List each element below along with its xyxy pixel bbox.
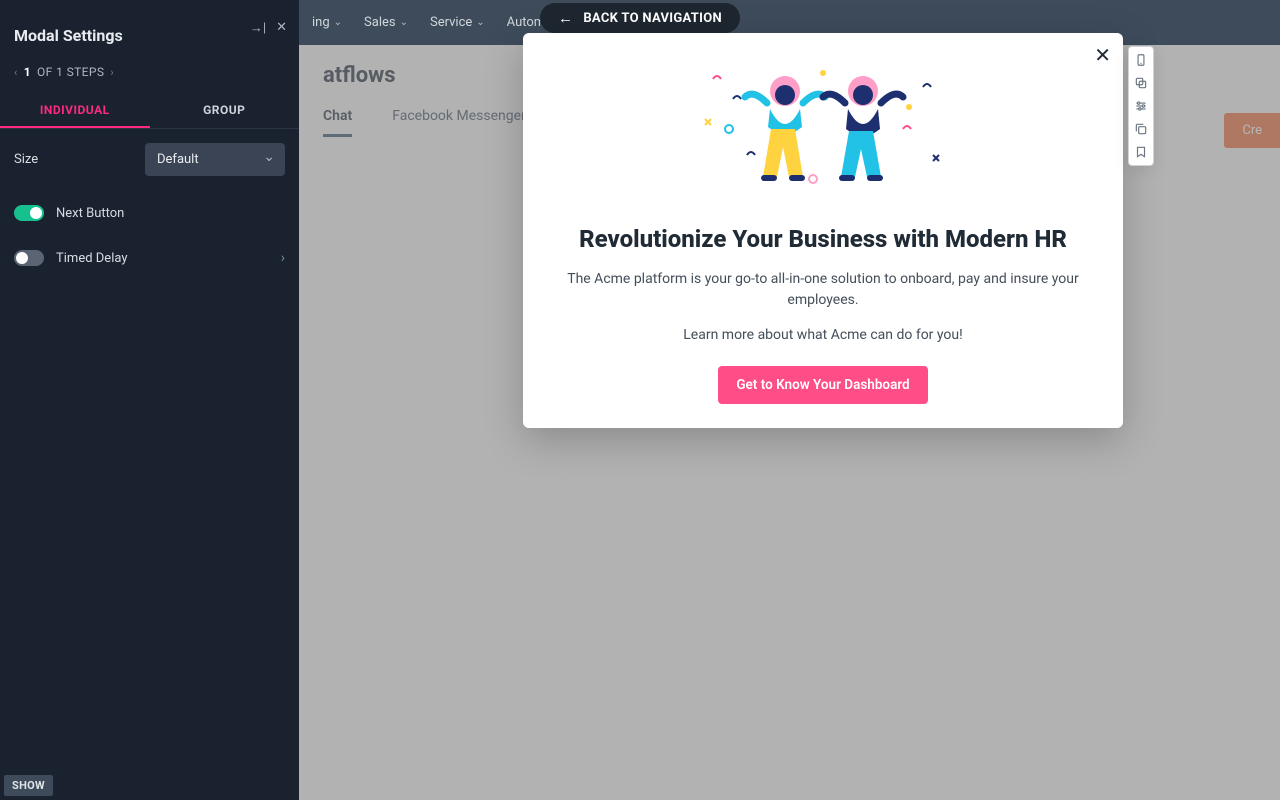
settings-sliders-icon[interactable] xyxy=(1134,99,1148,113)
size-label: Size xyxy=(14,152,38,167)
size-select[interactable]: Default xyxy=(145,143,285,176)
modal-cta-button[interactable]: Get to Know Your Dashboard xyxy=(718,366,927,404)
tab-group[interactable]: GROUP xyxy=(150,93,300,128)
onboarding-modal: ✕ xyxy=(523,33,1123,428)
tab-individual[interactable]: INDIVIDUAL xyxy=(0,93,150,128)
timed-delay-row[interactable]: Timed Delay › xyxy=(0,236,299,281)
step-current: 1 xyxy=(24,65,31,79)
chevron-down-icon: ⌄ xyxy=(334,17,342,28)
collapse-icon[interactable]: →| xyxy=(250,20,266,36)
close-icon[interactable]: ✕ xyxy=(1094,43,1111,67)
panel-title: Modal Settings xyxy=(14,10,123,45)
next-button-toggle[interactable] xyxy=(14,205,44,221)
nav-item-service[interactable]: Service ⌄ xyxy=(430,15,485,30)
canvas-toolbar xyxy=(1128,46,1154,166)
timed-delay-toggle[interactable] xyxy=(14,250,44,266)
next-button-label: Next Button xyxy=(56,206,124,221)
chevron-down-icon: ⌄ xyxy=(476,17,484,28)
nav-item-label: Sales xyxy=(364,15,396,30)
segmented-tabs: INDIVIDUAL GROUP xyxy=(0,93,299,129)
step-text: OF 1 STEPS xyxy=(37,65,104,79)
chevron-left-icon[interactable]: ‹ xyxy=(14,66,18,79)
show-button[interactable]: SHOW xyxy=(4,775,53,796)
next-button-row: Next Button xyxy=(0,191,299,236)
nav-item-sales[interactable]: Sales ⌄ xyxy=(364,15,408,30)
back-to-navigation-button[interactable]: ← BACK TO NAVIGATION xyxy=(540,3,740,33)
modal-body-1: The Acme platform is your go-to all-in-o… xyxy=(555,269,1091,311)
size-value: Default xyxy=(157,152,199,167)
modal-body-2: Learn more about what Acme can do for yo… xyxy=(555,325,1091,346)
nav-item-label: ing xyxy=(312,15,330,30)
chevron-right-icon[interactable]: › xyxy=(110,66,114,79)
close-icon[interactable]: ✕ xyxy=(276,20,287,36)
size-row: Size Default xyxy=(0,129,299,191)
mobile-preview-icon[interactable] xyxy=(1134,53,1148,67)
nav-item-marketing[interactable]: ing ⌄ xyxy=(312,15,342,30)
settings-panel: Modal Settings →| ✕ ‹ 1 OF 1 STEPS › IND… xyxy=(0,0,299,800)
bookmark-icon[interactable] xyxy=(1134,145,1148,159)
arrow-left-icon: ← xyxy=(558,9,573,27)
copy-icon[interactable] xyxy=(1134,76,1148,90)
timed-delay-label: Timed Delay xyxy=(56,251,269,266)
modal-headline: Revolutionize Your Business with Modern … xyxy=(555,225,1091,253)
chevron-down-icon: ⌄ xyxy=(400,17,408,28)
nav-item-label: Service xyxy=(430,15,472,30)
step-indicator: ‹ 1 OF 1 STEPS › xyxy=(0,49,299,93)
chevron-right-icon: › xyxy=(281,250,285,266)
celebration-illustration xyxy=(555,59,1091,199)
back-label: BACK TO NAVIGATION xyxy=(583,11,722,26)
duplicate-icon[interactable] xyxy=(1134,122,1148,136)
